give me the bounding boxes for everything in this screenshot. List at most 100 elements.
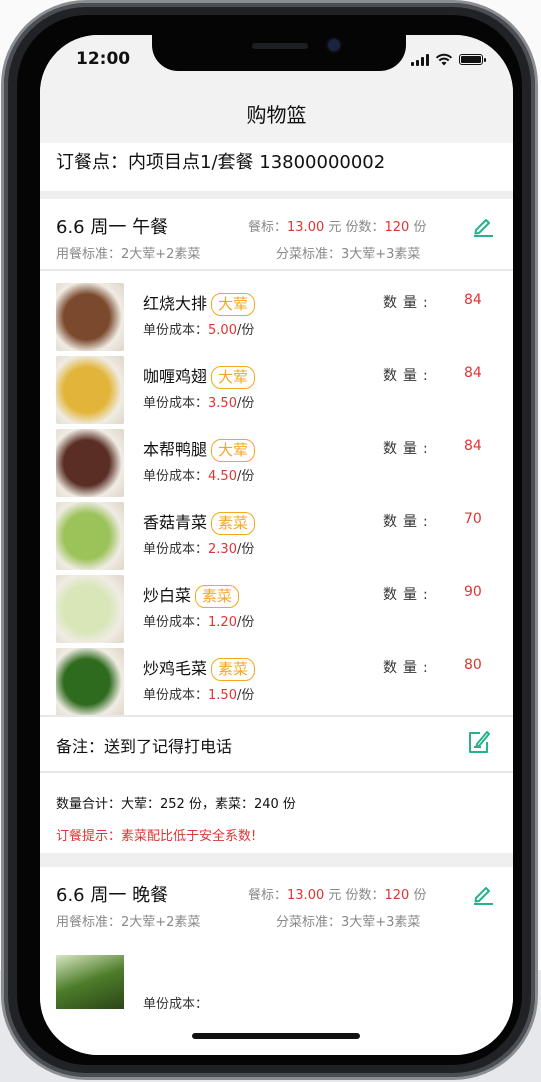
price-value: 13.00 bbox=[287, 220, 325, 235]
dish-cost: 单份成本：2.30/份 bbox=[143, 538, 254, 557]
summary-totals: 数量合计：大荤：252 份，素菜：240 份 bbox=[56, 797, 296, 812]
remark-text: 备注：送到了记得打电话 bbox=[56, 737, 233, 756]
dish-photo bbox=[56, 575, 124, 643]
order-warning: 订餐提示：素菜配比低于安全系数! bbox=[56, 829, 257, 844]
quantity-label: 数量: bbox=[383, 295, 434, 311]
dish-name-text: 香菇青菜 bbox=[143, 513, 208, 532]
summary-section: 数量合计：大荤：252 份，素菜：240 份 订餐提示：素菜配比低于安全系数! bbox=[40, 771, 513, 853]
dish-name-text: 炒白菜 bbox=[143, 586, 192, 605]
wifi-icon bbox=[435, 53, 453, 66]
dish-photo bbox=[56, 429, 124, 497]
dish-photo bbox=[56, 648, 124, 716]
quantity-value: 84 bbox=[464, 292, 482, 308]
dish-name: 炒白菜 素菜 bbox=[143, 582, 240, 608]
cost-label: 单份成本： bbox=[143, 469, 209, 484]
dish-name-text: 咖喱鸡翅 bbox=[143, 367, 208, 386]
meal-meta: 餐标：13.00 元 份数：120 份 bbox=[248, 884, 426, 903]
meal-split-standard: 分菜标准：3大荤+3素菜 bbox=[276, 247, 421, 262]
meal-standard: 用餐标准：2大荤+2素菜 bbox=[56, 915, 201, 930]
edit-pencil-icon[interactable] bbox=[471, 881, 495, 905]
section-gap bbox=[40, 191, 513, 199]
meal-header-lunch: 6.6 周一 午餐 餐标：13.00 元 份数：120 份 用餐标准：2大荤+2… bbox=[40, 199, 513, 269]
dish-name: 咖喱鸡翅 大荤 bbox=[143, 363, 256, 389]
home-bar-area bbox=[40, 1009, 513, 1055]
dish-name-text: 炒鸡毛菜 bbox=[143, 659, 208, 678]
cost-value: 1.50 bbox=[208, 688, 237, 703]
dish-photo bbox=[56, 283, 124, 351]
front-camera bbox=[328, 39, 340, 51]
dish-cost: 单份成本：1.20/份 bbox=[143, 611, 254, 630]
count-value: 120 bbox=[384, 888, 410, 903]
dish-cost: 单份成本：4.50/份 bbox=[143, 465, 254, 484]
cost-label: 单份成本： bbox=[143, 615, 209, 630]
dish-category-tag: 素菜 bbox=[211, 512, 256, 535]
price-unit: 元 份数： bbox=[324, 220, 385, 235]
quantity-value: 70 bbox=[464, 511, 482, 527]
price-label: 餐标： bbox=[248, 220, 288, 235]
dish-item[interactable]: 炒鸡毛菜 素菜 单份成本：1.50/份 数量: 80 bbox=[40, 642, 513, 716]
meal-title: 6.6 周一 晚餐 bbox=[56, 885, 169, 906]
quantity-value: 84 bbox=[464, 438, 482, 454]
phone-screen: 12:00 购物篮 订餐点：内项目点1/套餐 13800000002 6.6 周… bbox=[40, 35, 513, 1055]
remark-row[interactable]: 备注：送到了记得打电话 bbox=[40, 715, 513, 771]
cost-label: 单份成本： bbox=[143, 396, 209, 411]
dish-item-partial: 单份成本： bbox=[40, 937, 513, 1009]
dish-name-text: 本帮鸭腿 bbox=[143, 440, 208, 459]
cost-value: 3.50 bbox=[208, 396, 237, 411]
edit-pencil-icon[interactable] bbox=[471, 213, 495, 237]
cost-unit: /份 bbox=[236, 615, 255, 630]
page-title: 购物篮 bbox=[40, 87, 513, 143]
count-unit: 份 bbox=[409, 220, 427, 235]
cart-content[interactable]: 订餐点：内项目点1/套餐 13800000002 6.6 周一 午餐 餐标：13… bbox=[40, 143, 513, 1009]
order-point: 订餐点：内项目点1/套餐 13800000002 bbox=[40, 143, 513, 191]
notch bbox=[152, 35, 406, 71]
dish-cost: 单份成本：3.50/份 bbox=[143, 392, 254, 411]
dish-cost: 单份成本：1.50/份 bbox=[143, 684, 254, 703]
meal-split-standard: 分菜标准：3大荤+3素菜 bbox=[276, 915, 421, 930]
dish-photo bbox=[56, 502, 124, 570]
quantity-value: 80 bbox=[464, 657, 482, 673]
dish-category-tag: 大荤 bbox=[211, 293, 256, 316]
dish-list: 红烧大排 大荤 单份成本：5.00/份 数量: 84 咖喱鸡翅 大荤 单份成本：3.50/份数… bbox=[40, 271, 513, 716]
dish-item[interactable]: 本帮鸭腿 大荤单份成本：4.50/份 数量: 84 bbox=[40, 423, 513, 497]
dish-photo bbox=[56, 955, 124, 1009]
price-unit: 元 份数： bbox=[324, 888, 385, 903]
dish-item[interactable]: 炒白菜 素菜 单份成本：1.20/份 数量: 90 bbox=[40, 569, 513, 643]
edit-note-icon[interactable] bbox=[467, 729, 491, 755]
meal-header-dinner: 6.6 周一 晚餐 餐标：13.00 元 份数：120 份 用餐标准：2大荤+2… bbox=[40, 867, 513, 937]
dish-name: 红烧大排 大荤 bbox=[143, 290, 256, 316]
cost-value: 1.20 bbox=[208, 615, 237, 630]
cost-value: 2.30 bbox=[208, 542, 237, 557]
cost-value: 5.00 bbox=[208, 323, 237, 338]
cost-label: 单份成本： bbox=[143, 323, 209, 338]
cost-label: 单份成本： bbox=[143, 688, 209, 703]
quantity-label: 数量: bbox=[383, 514, 434, 530]
cost-unit: /份 bbox=[236, 688, 255, 703]
dish-name: 炒鸡毛菜 素菜 bbox=[143, 655, 256, 681]
cost-unit: /份 bbox=[236, 396, 255, 411]
meal-meta: 餐标：13.00 元 份数：120 份 bbox=[248, 216, 426, 235]
dish-item[interactable]: 香菇青菜 素菜单份成本：2.30/份 数量: 70 bbox=[40, 496, 513, 570]
meal-standard: 用餐标准：2大荤+2素菜 bbox=[56, 247, 201, 262]
dish-name-text: 红烧大排 bbox=[143, 294, 208, 313]
status-icons bbox=[411, 53, 486, 66]
quantity-label: 数量: bbox=[383, 368, 434, 384]
status-time: 12:00 bbox=[76, 49, 131, 69]
quantity-value: 84 bbox=[464, 365, 482, 381]
price-label: 餐标： bbox=[248, 888, 288, 903]
home-indicator[interactable] bbox=[192, 1033, 360, 1039]
cost-unit: /份 bbox=[236, 323, 255, 338]
dish-category-tag: 素菜 bbox=[211, 658, 256, 681]
section-gap bbox=[40, 853, 513, 867]
dish-item[interactable]: 咖喱鸡翅 大荤 单份成本：3.50/份 数量: 84 bbox=[40, 350, 513, 424]
dish-photo bbox=[56, 356, 124, 424]
quantity-label: 数量: bbox=[383, 441, 434, 457]
dish-category-tag: 大荤 bbox=[211, 439, 256, 462]
meal-title: 6.6 周一 午餐 bbox=[56, 217, 169, 238]
price-value: 13.00 bbox=[287, 888, 325, 903]
dish-item[interactable]: 红烧大排 大荤 单份成本：5.00/份 数量: 84 bbox=[40, 277, 513, 351]
speaker bbox=[252, 43, 308, 49]
dish-cost: 单份成本：5.00/份 bbox=[143, 319, 254, 338]
quantity-value: 90 bbox=[464, 584, 482, 600]
dish-category-tag: 大荤 bbox=[211, 366, 256, 389]
